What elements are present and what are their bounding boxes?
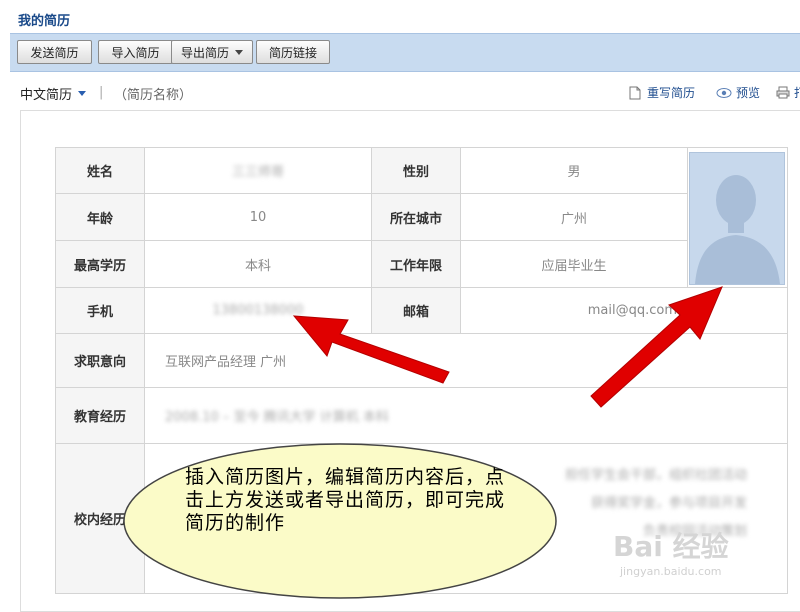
arrow-to-photo bbox=[590, 286, 723, 408]
watermark-url: jingyan.baidu.com bbox=[620, 565, 722, 578]
arrow-to-phone bbox=[292, 315, 450, 384]
callout-text: 插入简历图片，编辑简历内容后，点击上方发送或者导出简历，即可完成简历的制作 bbox=[185, 466, 506, 534]
baidu-logo: Bai 经验 bbox=[613, 530, 729, 563]
